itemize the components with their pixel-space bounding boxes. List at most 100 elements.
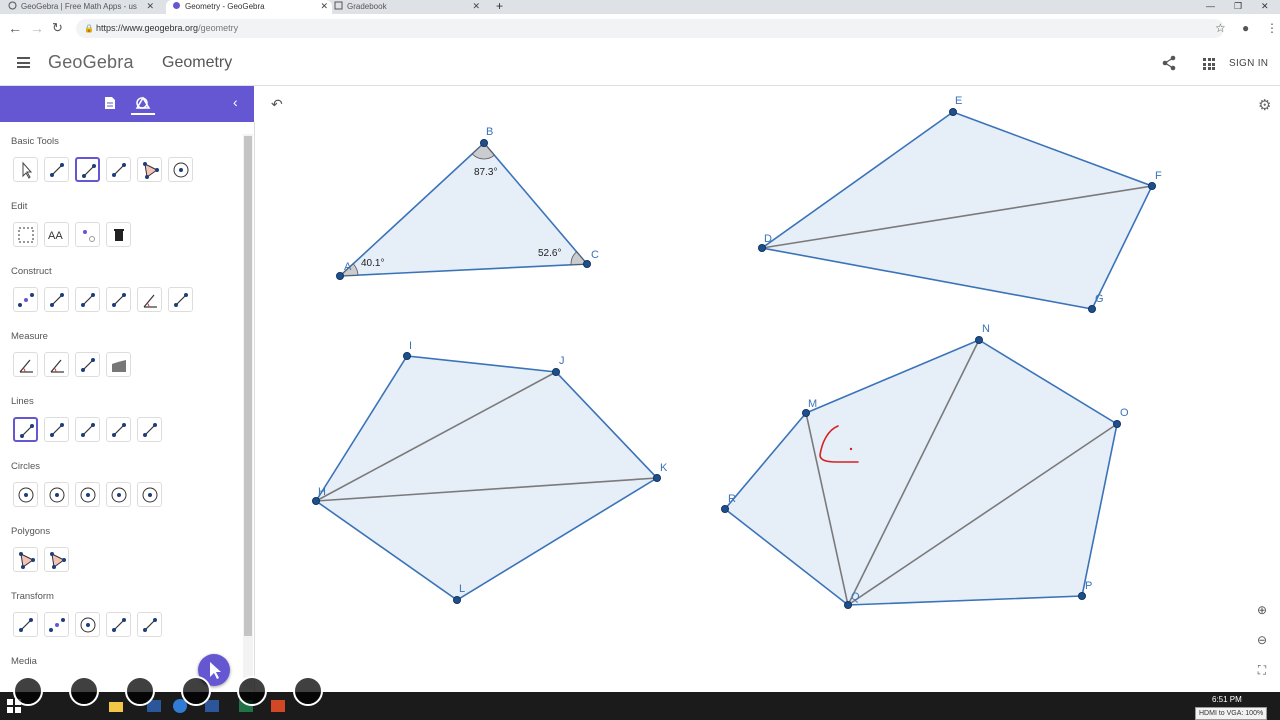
new-tab-button[interactable]: + <box>496 0 503 12</box>
reflect-point-tool-icon <box>49 618 65 632</box>
regular-polygon-tool-button[interactable] <box>44 547 69 572</box>
text-tool-icon: AA <box>48 230 63 242</box>
vector-tool-button[interactable] <box>137 417 162 442</box>
circle-center-radius-tool-button[interactable] <box>44 482 69 507</box>
circle-center-point-tool-button[interactable] <box>168 157 193 182</box>
reflect-line-tool-icon <box>19 618 33 632</box>
url-path: /geometry <box>198 23 239 33</box>
share-icon[interactable] <box>1162 55 1176 76</box>
compass-tool-button[interactable] <box>75 482 100 507</box>
circle-center-radius-tool-icon <box>49 487 65 503</box>
settings-gear-icon[interactable]: ⚙ <box>1258 96 1271 114</box>
recorder-pen-icon[interactable] <box>125 676 155 706</box>
distance-tool-button[interactable] <box>75 352 100 377</box>
delete-tool-button[interactable] <box>106 222 131 247</box>
line-tool-icon <box>81 423 95 437</box>
tools-panel <box>0 122 255 692</box>
reflect-line-tool-button[interactable] <box>13 612 38 637</box>
fullscreen-icon[interactable]: ⛶ <box>1254 662 1270 678</box>
recorder-play-icon[interactable] <box>69 676 99 706</box>
angle-bisector-tool-icon <box>143 294 157 308</box>
geogebra-logo[interactable]: GeoGebra <box>48 52 134 73</box>
collapse-panel-icon[interactable]: ‹ <box>233 94 238 110</box>
point-tool-button[interactable] <box>44 157 69 182</box>
url-field[interactable]: 🔒 https://www.geogebra.org/geometry <box>76 19 1224 38</box>
reflect-point-tool-button[interactable] <box>44 612 69 637</box>
midpoint-tool-button[interactable] <box>13 287 38 312</box>
powerpoint-icon[interactable] <box>270 698 286 714</box>
parallel-line-tool-button[interactable] <box>106 287 131 312</box>
graphics-view[interactable] <box>255 86 1280 692</box>
browser-tab-geometry[interactable]: Geometry - GeoGebra ✕ <box>166 0 332 14</box>
show-hide-object-tool-button[interactable] <box>75 222 100 247</box>
area-tool-button[interactable] <box>106 352 131 377</box>
window-close-button[interactable]: ✕ <box>1261 0 1269 12</box>
angle-given-size-tool-button[interactable] <box>44 352 69 377</box>
close-tab-icon[interactable]: ✕ <box>320 0 328 13</box>
algebra-view-icon[interactable] <box>104 96 116 115</box>
angle-tool-button[interactable] <box>13 352 38 377</box>
circle-three-points-tool-button[interactable] <box>137 482 162 507</box>
segment-tool-button[interactable] <box>75 157 100 182</box>
scrollbar-thumb[interactable] <box>244 136 252 636</box>
recorder-whiteboard-icon[interactable] <box>293 676 323 706</box>
browser-tab-gradebook[interactable]: Gradebook ✕ <box>334 0 484 14</box>
reflect-circle-tool-button[interactable] <box>75 612 100 637</box>
profile-icon[interactable]: ● <box>1242 21 1249 35</box>
sign-in-button[interactable]: SIGN IN <box>1229 58 1268 69</box>
taskbar-clock[interactable]: 6:51 PM <box>1212 695 1242 705</box>
browser-menu-icon[interactable]: ⋮ <box>1266 21 1278 35</box>
bookmark-star-icon[interactable]: ☆ <box>1215 21 1226 35</box>
regular-polygon-tool-icon <box>50 552 66 569</box>
browser-tab-geogebra-apps[interactable]: GeoGebra | Free Math Apps - us ✕ <box>8 0 158 14</box>
svg-text:AA: AA <box>48 230 63 242</box>
translate-vector-tool-button[interactable] <box>106 612 131 637</box>
zoom-in-icon[interactable]: ⊕ <box>1254 602 1270 618</box>
circle-center-point-tool-button[interactable] <box>13 482 38 507</box>
perpendicular-bisector-tool-button[interactable] <box>75 287 100 312</box>
apps-grid-icon[interactable] <box>1203 58 1215 70</box>
reflect-circle-tool-icon <box>80 617 96 633</box>
reload-icon[interactable]: ↻ <box>52 20 63 36</box>
compass-tool-icon <box>80 487 96 503</box>
select-objects-tool-button[interactable] <box>13 222 38 247</box>
line-tool-button[interactable] <box>75 417 100 442</box>
active-tab-indicator <box>131 113 155 115</box>
minimize-button[interactable]: — <box>1206 0 1215 12</box>
semicircle-tool-button[interactable] <box>106 482 131 507</box>
close-tab-icon[interactable]: ✕ <box>472 0 480 13</box>
rotate-tool-button[interactable] <box>137 612 162 637</box>
segment-tool-button[interactable] <box>13 417 38 442</box>
line-tool-button[interactable] <box>106 157 131 182</box>
forward-arrow-icon[interactable]: → <box>30 20 44 36</box>
undo-icon[interactable]: ↶ <box>271 96 283 113</box>
restore-button[interactable]: ❐ <box>1234 0 1242 12</box>
close-tab-icon[interactable]: ✕ <box>146 0 154 13</box>
perpendicular-line-tool-button[interactable] <box>44 287 69 312</box>
back-arrow-icon[interactable]: ← <box>8 20 22 36</box>
translate-vector-tool-icon <box>112 618 126 632</box>
angle-bisector-tool-button[interactable] <box>137 287 162 312</box>
url-host: https://www.geogebra.org <box>96 23 199 33</box>
recorder-prev-icon[interactable] <box>13 676 43 706</box>
segment-fixed-length-tool-button[interactable] <box>44 417 69 442</box>
show-hide-object-tool-icon <box>83 230 95 242</box>
polygon-tool-icon <box>143 162 159 179</box>
text-tool-button[interactable]: AA <box>44 222 69 247</box>
panel-scrollbar[interactable] <box>243 134 253 689</box>
polygon-tool-button[interactable] <box>13 547 38 572</box>
file-explorer-icon[interactable] <box>108 698 124 714</box>
tangents-tool-button[interactable] <box>168 287 193 312</box>
move-tool-button[interactable] <box>13 157 38 182</box>
section-title-polygons: Polygons <box>11 526 51 537</box>
line-tool-icon <box>112 163 126 177</box>
recorder-screen-icon[interactable] <box>181 676 211 706</box>
recorder-tools-icon[interactable] <box>237 676 267 706</box>
lock-icon: 🔒 <box>84 24 94 33</box>
polygon-tool-button[interactable] <box>137 157 162 182</box>
section-title-measure: Measure <box>11 331 48 342</box>
semicircle-tool-icon <box>111 487 127 503</box>
menu-icon[interactable] <box>17 57 30 68</box>
ray-tool-button[interactable] <box>106 417 131 442</box>
zoom-out-icon[interactable]: ⊖ <box>1254 632 1270 648</box>
